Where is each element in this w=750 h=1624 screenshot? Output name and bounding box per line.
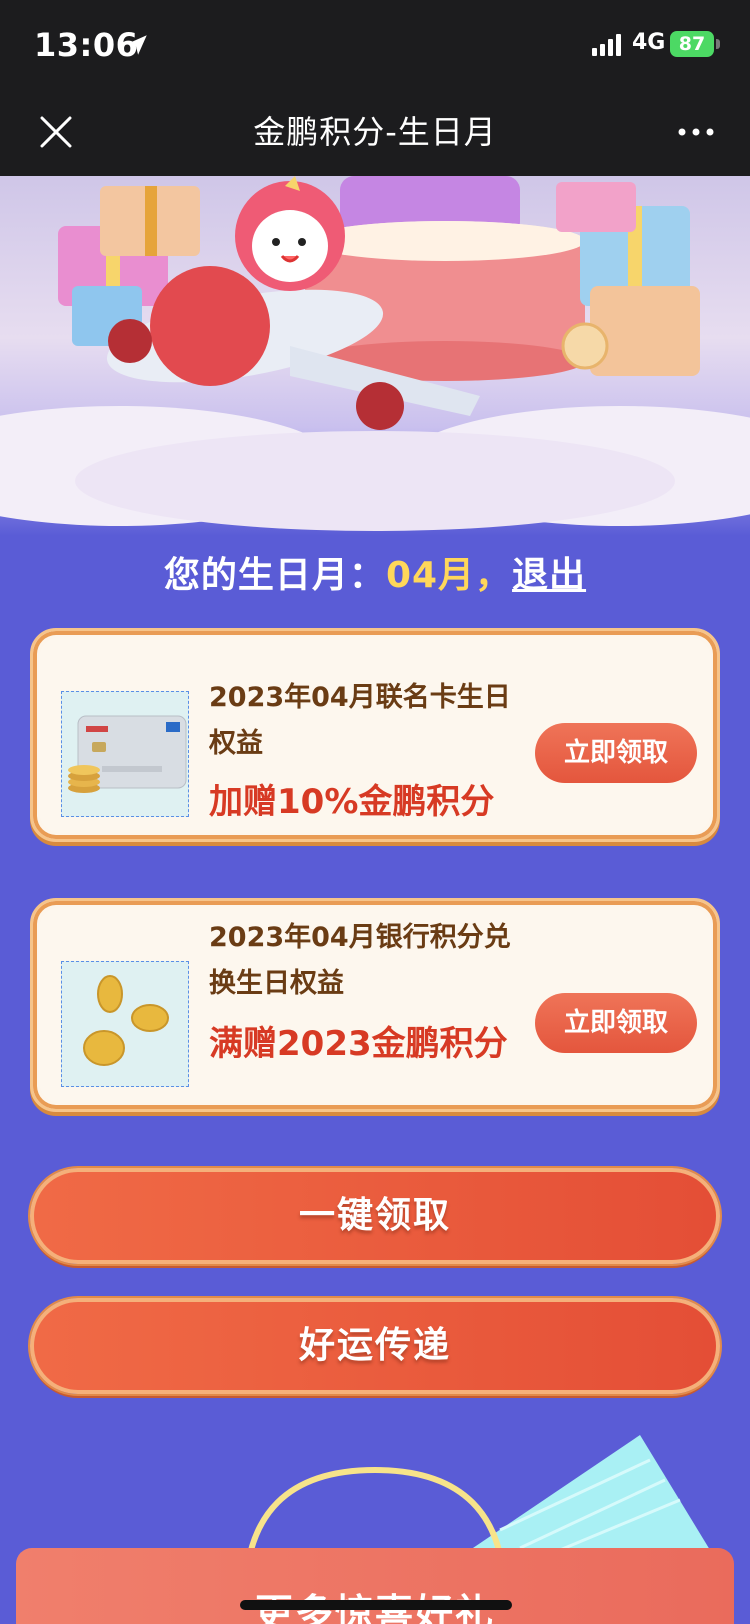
battery-cap <box>716 39 720 49</box>
card-highlight: 满赠2023金鹏积分 <box>209 1024 508 1064</box>
location-arrow-icon <box>127 35 147 55</box>
status-bar: 13:06 4G 87 <box>0 0 750 88</box>
card-title: 2023年04月联名卡生日权益 <box>209 682 511 759</box>
signal-icon <box>592 34 621 56</box>
claim-button[interactable]: 立即领取 <box>535 723 697 783</box>
claim-button[interactable]: 立即领取 <box>535 993 697 1053</box>
close-icon[interactable] <box>36 112 76 152</box>
nav-bar: 金鹏积分-生日月 <box>0 88 750 176</box>
card-title: 2023年04月银行积分兑换生日权益 <box>209 922 511 999</box>
share-luck-button[interactable]: 好运传递 <box>30 1298 720 1394</box>
coins-icon <box>61 961 189 1087</box>
credit-card-icon <box>61 691 189 817</box>
network-type: 4G <box>632 30 666 55</box>
card-highlight: 加赠10%金鹏积分 <box>209 782 495 822</box>
page-title: 金鹏积分-生日月 <box>253 113 497 151</box>
home-indicator[interactable] <box>240 1600 512 1610</box>
status-time: 13:06 <box>34 26 139 64</box>
birthday-month-line: 您的生日月：04月，退出 <box>0 546 750 598</box>
battery-icon: 87 <box>670 31 714 57</box>
claim-all-button[interactable]: 一键领取 <box>30 1168 720 1264</box>
birthday-label: 您的生日月： <box>163 555 386 596</box>
benefit-card-bank-points: 2023年04月银行积分兑换生日权益 满赠2023金鹏积分 立即领取 <box>30 898 720 1112</box>
more-icon[interactable] <box>676 124 716 140</box>
hero-illustration <box>0 176 750 531</box>
birthday-month-value: 04月， <box>385 555 513 596</box>
logout-link[interactable]: 退出 <box>512 555 586 596</box>
benefit-card-cobrand: 2023年04月联名卡生日权益 加赠10%金鹏积分 立即领取 <box>30 628 720 842</box>
hero-banner <box>0 176 750 536</box>
